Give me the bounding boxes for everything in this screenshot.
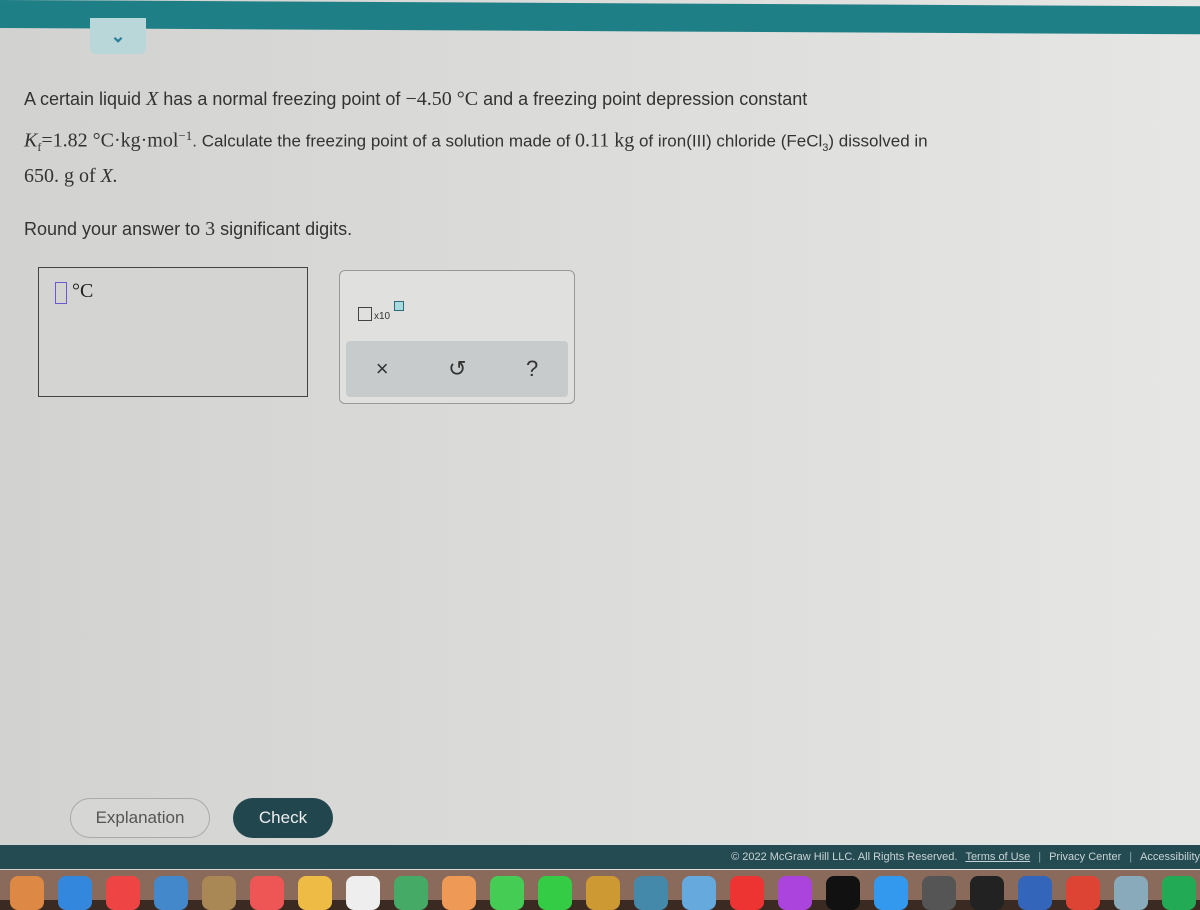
dock-app-icon[interactable] [394, 876, 428, 910]
question-line-2: Kf=1.82 °C·kg·mol−1. Calculate the freez… [24, 128, 928, 155]
formula: (FeCl [780, 131, 823, 151]
dock-app-icon[interactable] [346, 876, 380, 910]
clear-button[interactable]: × [376, 356, 389, 382]
text: Round your answer to [24, 219, 206, 239]
header-bar [0, 0, 1200, 35]
collapse-button[interactable]: ⌄ [90, 18, 146, 54]
check-button[interactable]: Check [233, 798, 333, 838]
dock-app-icon[interactable] [442, 876, 476, 910]
dock [0, 870, 1200, 910]
mantissa-box-icon [358, 307, 372, 321]
help-button[interactable]: ? [526, 356, 538, 382]
divider: | [1038, 851, 1042, 863]
question-line-3: 650. g of X. [24, 165, 118, 188]
dock-app-icon[interactable] [154, 876, 188, 910]
x10-label: x10 [374, 311, 391, 322]
freezing-point: −4.50 °C [405, 88, 479, 110]
dock-app-icon[interactable] [970, 876, 1004, 910]
text: dissolved in [834, 131, 928, 151]
dock-app-icon[interactable] [826, 876, 860, 910]
instruction: Round your answer to 3 significant digit… [24, 218, 352, 241]
dock-app-icon[interactable] [1018, 876, 1052, 910]
unit-label: °C [72, 280, 94, 302]
dock-app-icon[interactable] [58, 876, 92, 910]
dock-app-icon[interactable] [106, 876, 140, 910]
dock-app-icon[interactable] [1162, 876, 1196, 910]
dock-app-icon[interactable] [922, 876, 956, 910]
text: A certain liquid [24, 89, 147, 109]
dock-app-icon[interactable] [634, 876, 668, 910]
sig-digits: 3 [205, 218, 216, 240]
accessibility-link[interactable]: Accessibility [1140, 851, 1200, 863]
text: and a freezing point depression constant [478, 89, 808, 109]
dock-app-icon[interactable] [874, 876, 908, 910]
dock-app-icon[interactable] [682, 876, 716, 910]
text: significant digits. [215, 219, 353, 239]
question-line-1: A certain liquid X has a normal freezing… [24, 88, 807, 111]
exponent-box-icon [394, 301, 404, 311]
kf-value: =1.82 °C·kg·mol [41, 129, 179, 152]
dock-app-icon[interactable] [1114, 876, 1148, 910]
answer-input[interactable] [55, 282, 67, 304]
kf-symbol: K [24, 129, 38, 152]
dock-app-icon[interactable] [10, 876, 44, 910]
dock-app-icon[interactable] [586, 876, 620, 910]
text: . Calculate the freezing point of a solu… [192, 131, 575, 151]
browser-viewport: ⌄ A certain liquid X has a normal freezi… [0, 0, 1200, 870]
text: has a normal freezing point of [158, 89, 406, 109]
text: of iron(III) chloride [634, 131, 781, 151]
dock-app-icon[interactable] [250, 876, 284, 910]
answer-box[interactable]: °C [38, 267, 308, 397]
copyright: © 2022 McGraw Hill LLC. All Rights Reser… [731, 851, 958, 863]
dock-app-icon[interactable] [778, 876, 812, 910]
solvent-mass: 650. g [24, 165, 74, 187]
privacy-link[interactable]: Privacy Center [1049, 851, 1121, 863]
variable: X. [100, 165, 118, 187]
scientific-notation-button[interactable]: x10 [358, 301, 418, 325]
dock-app-icon[interactable] [298, 876, 332, 910]
dock-app-icon[interactable] [730, 876, 764, 910]
chevron-down-icon: ⌄ [110, 25, 126, 46]
keypad-toolbar: × ↺ ? [346, 341, 568, 397]
divider: | [1129, 851, 1133, 863]
footer: © 2022 McGraw Hill LLC. All Rights Reser… [0, 845, 1200, 869]
kf-exponent: −1 [178, 128, 193, 143]
dock-app-icon[interactable] [1066, 876, 1100, 910]
undo-button[interactable]: ↺ [448, 356, 466, 382]
dock-app-icon[interactable] [490, 876, 524, 910]
terms-link[interactable]: Terms of Use [965, 851, 1030, 863]
explanation-button[interactable]: Explanation [70, 798, 210, 838]
dock-app-icon[interactable] [538, 876, 572, 910]
solute-mass: 0.11 kg [574, 129, 635, 152]
variable: X [146, 88, 159, 110]
math-keypad: x10 × ↺ ? [339, 270, 575, 404]
dock-app-icon[interactable] [202, 876, 236, 910]
text: of [74, 165, 101, 187]
